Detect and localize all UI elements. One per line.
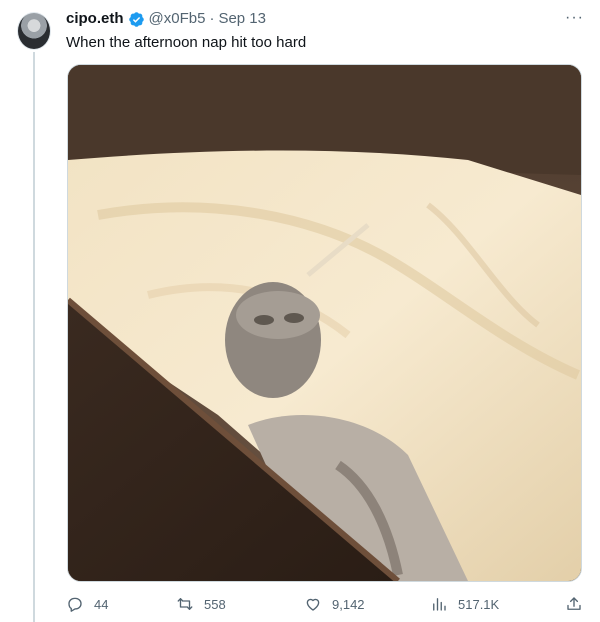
retweet-count: 558	[204, 596, 226, 612]
views-button[interactable]: 517.1K	[430, 595, 499, 613]
share-button[interactable]	[565, 595, 583, 613]
media-illustration	[68, 65, 581, 581]
heart-icon	[306, 598, 320, 611]
verified-badge-icon[interactable]	[128, 11, 145, 28]
handle[interactable]: @x0Fb5	[149, 9, 206, 29]
reply-count: 44	[94, 596, 109, 612]
tweet-actions: 44 558 9,142 517.1K	[66, 592, 586, 616]
retweet-button[interactable]: 558	[176, 595, 226, 613]
views-count: 517.1K	[458, 596, 500, 612]
display-name[interactable]: cipo.eth	[66, 9, 124, 29]
avatar[interactable]	[17, 12, 51, 50]
separator-dot: ·	[209, 10, 215, 27]
views-chart-icon	[433, 598, 446, 611]
share-icon	[567, 597, 581, 610]
tweet-header: cipo.eth @x0Fb5 · Sep 13	[66, 9, 266, 29]
like-button[interactable]: 9,142	[304, 595, 365, 613]
reply-icon	[68, 597, 82, 612]
tweet-date[interactable]: Sep 13	[218, 9, 266, 29]
like-count: 9,142	[332, 596, 365, 612]
retweet-icon	[177, 598, 193, 610]
tweet-media-image[interactable]	[67, 64, 582, 582]
tweet-text: When the afternoon nap hit too hard	[66, 34, 307, 51]
reply-button[interactable]: 44	[66, 595, 108, 613]
thread-line	[33, 52, 35, 622]
more-options-icon[interactable]: ···	[565, 9, 584, 27]
